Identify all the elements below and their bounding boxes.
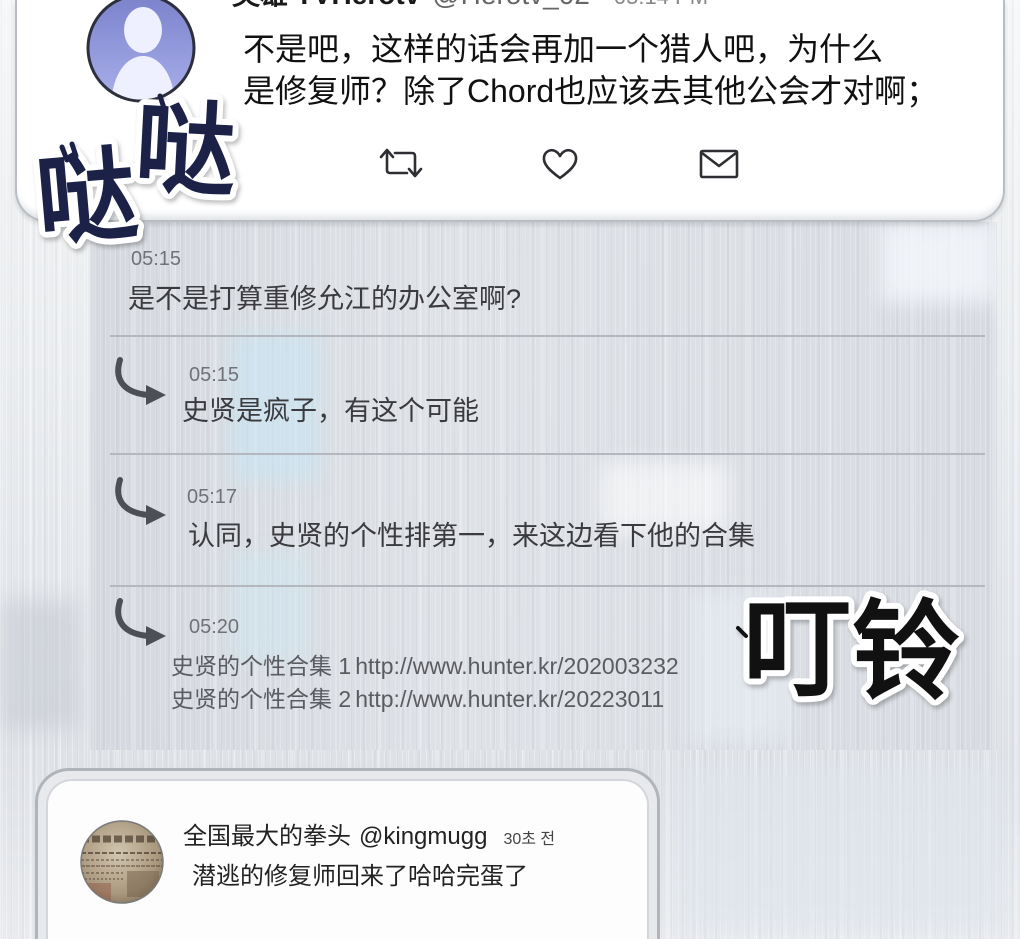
newspaper-avatar-icon [80, 820, 164, 904]
post-header: 英雄 TVHerotv @Herotv_02 05:14 PM [232, 0, 708, 13]
post-text-line: 是修复师？除了Chord也应该去其他公会才对啊； [243, 73, 939, 109]
comic-panel: 英雄 TVHerotv @Herotv_02 05:14 PM 不是吧，这样的话会再… [0, 0, 1020, 939]
retweet-button[interactable] [377, 146, 425, 180]
background-glow [680, 770, 1000, 930]
reply-arrow-icon [115, 598, 166, 646]
post-card: 英雄 TVHerotv @Herotv_02 05:14 PM 不是吧，这样的话会再… [15, 0, 1005, 222]
commenter-name[interactable]: 全国最大的拳头 [183, 823, 351, 850]
commenter-header: 全国最大的拳头 @kingmugg 30초 전 [183, 822, 555, 855]
commenter-avatar[interactable] [79, 819, 165, 905]
comment-text: 认同，史贤的个性排第一，来这边看下他的合集 [188, 521, 755, 551]
collection-link-row: 史贤的个性合集 2 http://www.hunter.kr/20223011 [171, 684, 664, 714]
reply-arrow-icon [115, 477, 166, 525]
comment-time: 05:15 [131, 248, 182, 270]
comment-time: 05:20 [189, 616, 240, 638]
post-text-line: 不是吧，这样的话会再加一个猎人吧，为什么 [243, 31, 884, 67]
comment-time: 05:15 [189, 364, 240, 386]
background-glow [0, 600, 80, 730]
mail-icon [699, 149, 739, 179]
new-comment-card: 全国最大的拳头 @kingmugg 30초 전 潜逃的修复师回来了哈哈完蛋了 [35, 768, 660, 939]
background-glow [690, 592, 790, 742]
divider [110, 453, 985, 455]
comment-age: 30초 전 [503, 831, 556, 848]
divider [110, 585, 985, 587]
author-avatar[interactable] [85, 0, 197, 104]
collection-label: 史贤的个性合集 1 [171, 653, 352, 679]
message-button[interactable] [699, 148, 739, 180]
post-text: 不是吧，这样的话会再加一个猎人吧，为什么 是修复师？除了Chord也应该去其他公… [243, 28, 938, 112]
author-handle[interactable]: @Herotv_02 [432, 0, 590, 10]
comment-text: 是不是打算重修允江的办公室啊? [128, 284, 522, 314]
post-time: 05:14 PM [614, 0, 708, 9]
comments-panel: 05:15 是不是打算重修允江的办公室啊? 05:15 史贤是疯子，有这个可能 … [90, 222, 997, 750]
comment-time: 05:17 [187, 486, 238, 508]
retweet-icon [379, 148, 423, 178]
collection-link-row: 史贤的个性合集 1 http://www.hunter.kr/202003232 [171, 651, 679, 681]
like-button[interactable] [541, 147, 579, 181]
default-user-icon [86, 0, 196, 103]
commenter-handle[interactable]: @kingmugg [359, 823, 487, 850]
collection-link[interactable]: http://www.hunter.kr/202003232 [355, 653, 679, 679]
collection-link[interactable]: http://www.hunter.kr/20223011 [355, 686, 664, 712]
reply-arrow-icon [115, 357, 166, 405]
collection-label: 史贤的个性合集 2 [171, 686, 352, 712]
divider [110, 335, 985, 337]
heart-icon [542, 148, 578, 180]
author-name[interactable]: 英雄 TVHerotv [232, 0, 420, 10]
new-comment-text: 潜逃的修复师回来了哈哈完蛋了 [192, 863, 528, 890]
background-glow [230, 552, 310, 662]
background-glow [880, 222, 997, 302]
comment-text: 史贤是疯子，有这个可能 [182, 396, 479, 426]
